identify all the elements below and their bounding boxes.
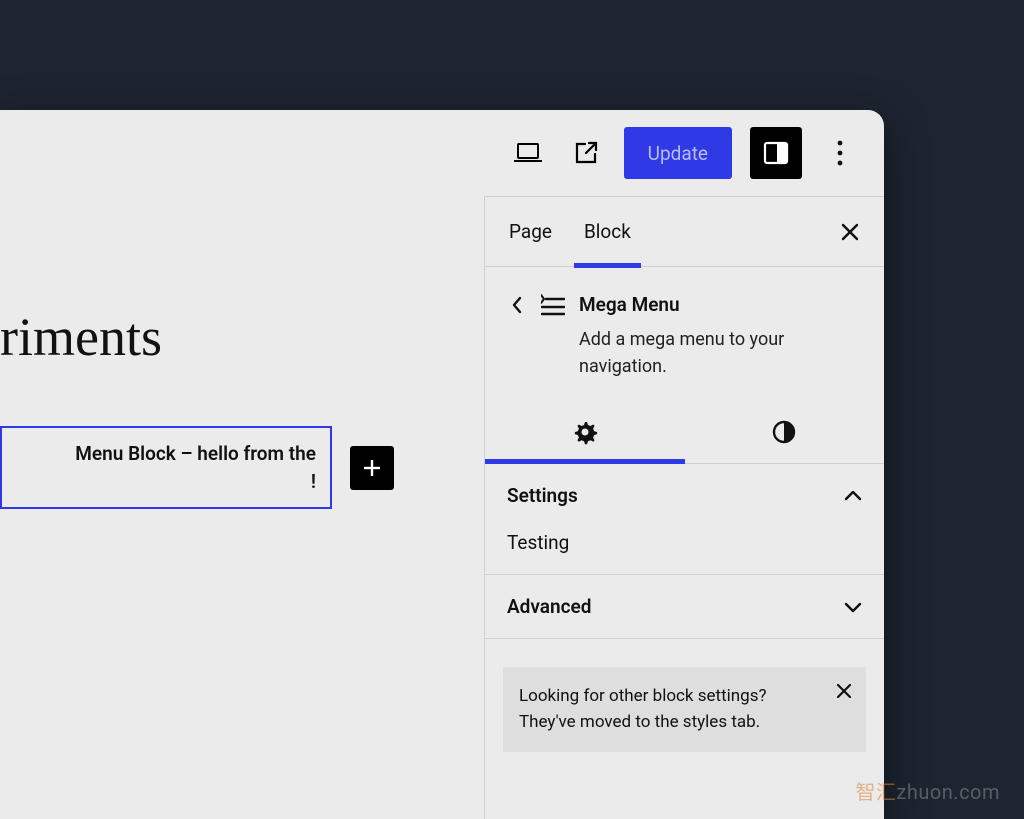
kebab-icon	[837, 140, 843, 166]
tab-block-label: Block	[584, 220, 631, 243]
laptop-icon	[513, 142, 543, 164]
inspector-toggle-button[interactable]	[750, 127, 802, 179]
panel-settings-header[interactable]: Settings	[507, 484, 862, 507]
panel-settings: Settings Testing	[485, 464, 884, 575]
tab-block[interactable]: Block	[582, 197, 633, 267]
block-description: Add a mega menu to your navigation.	[579, 326, 862, 380]
block-row: Menu Block – hello from the !	[0, 426, 484, 509]
setting-testing[interactable]: Testing	[507, 531, 862, 554]
block-header: Mega Menu Add a mega menu to your naviga…	[485, 267, 884, 400]
subtab-settings[interactable]	[485, 400, 685, 463]
chevron-left-icon	[511, 295, 523, 315]
mega-menu-icon	[541, 291, 565, 319]
selected-block[interactable]: Menu Block – hello from the !	[0, 426, 332, 509]
selected-block-text: Menu Block – hello from the !	[2, 440, 316, 495]
editor-window: Update riments Menu Block – hello from t…	[0, 110, 884, 819]
more-menu-button[interactable]	[820, 133, 860, 173]
notice-close-button[interactable]	[832, 679, 856, 703]
gear-icon	[572, 419, 598, 445]
notice-text: Looking for other block settings? They'v…	[519, 686, 767, 732]
top-toolbar: Update	[0, 110, 884, 196]
add-block-button[interactable]	[350, 446, 394, 490]
panel-advanced-title: Advanced	[507, 595, 591, 618]
panel-advanced: Advanced	[485, 575, 884, 639]
plus-icon	[360, 456, 384, 480]
inspector-panel: Page Block	[484, 196, 884, 819]
block-name: Mega Menu	[579, 293, 862, 316]
block-meta: Mega Menu Add a mega menu to your naviga…	[579, 291, 862, 380]
subtab-styles[interactable]	[685, 400, 885, 463]
panel-advanced-header[interactable]: Advanced	[507, 595, 862, 618]
close-icon	[840, 222, 860, 242]
update-button-label: Update	[648, 142, 708, 165]
styles-moved-notice: Looking for other block settings? They'v…	[503, 667, 866, 752]
external-link-icon	[573, 140, 599, 166]
close-icon	[835, 682, 853, 700]
editor-canvas[interactable]: riments Menu Block – hello from the !	[0, 196, 484, 819]
update-button[interactable]: Update	[624, 127, 732, 179]
chevron-down-icon	[844, 601, 862, 613]
contrast-icon	[772, 420, 796, 444]
tab-page-label: Page	[509, 220, 552, 243]
tab-page[interactable]: Page	[507, 197, 554, 267]
close-inspector-button[interactable]	[838, 220, 862, 244]
watermark-suffix: zhuon.com	[896, 780, 1000, 804]
device-preview-button[interactable]	[508, 133, 548, 173]
inspector-tabs: Page Block	[485, 197, 884, 267]
open-external-button[interactable]	[566, 133, 606, 173]
panel-settings-title: Settings	[507, 484, 578, 507]
panel-icon	[761, 138, 791, 168]
inspector-subtabs	[485, 400, 884, 464]
parent-block-button[interactable]	[507, 291, 527, 319]
page-title[interactable]: riments	[0, 306, 484, 368]
chevron-up-icon	[844, 490, 862, 502]
